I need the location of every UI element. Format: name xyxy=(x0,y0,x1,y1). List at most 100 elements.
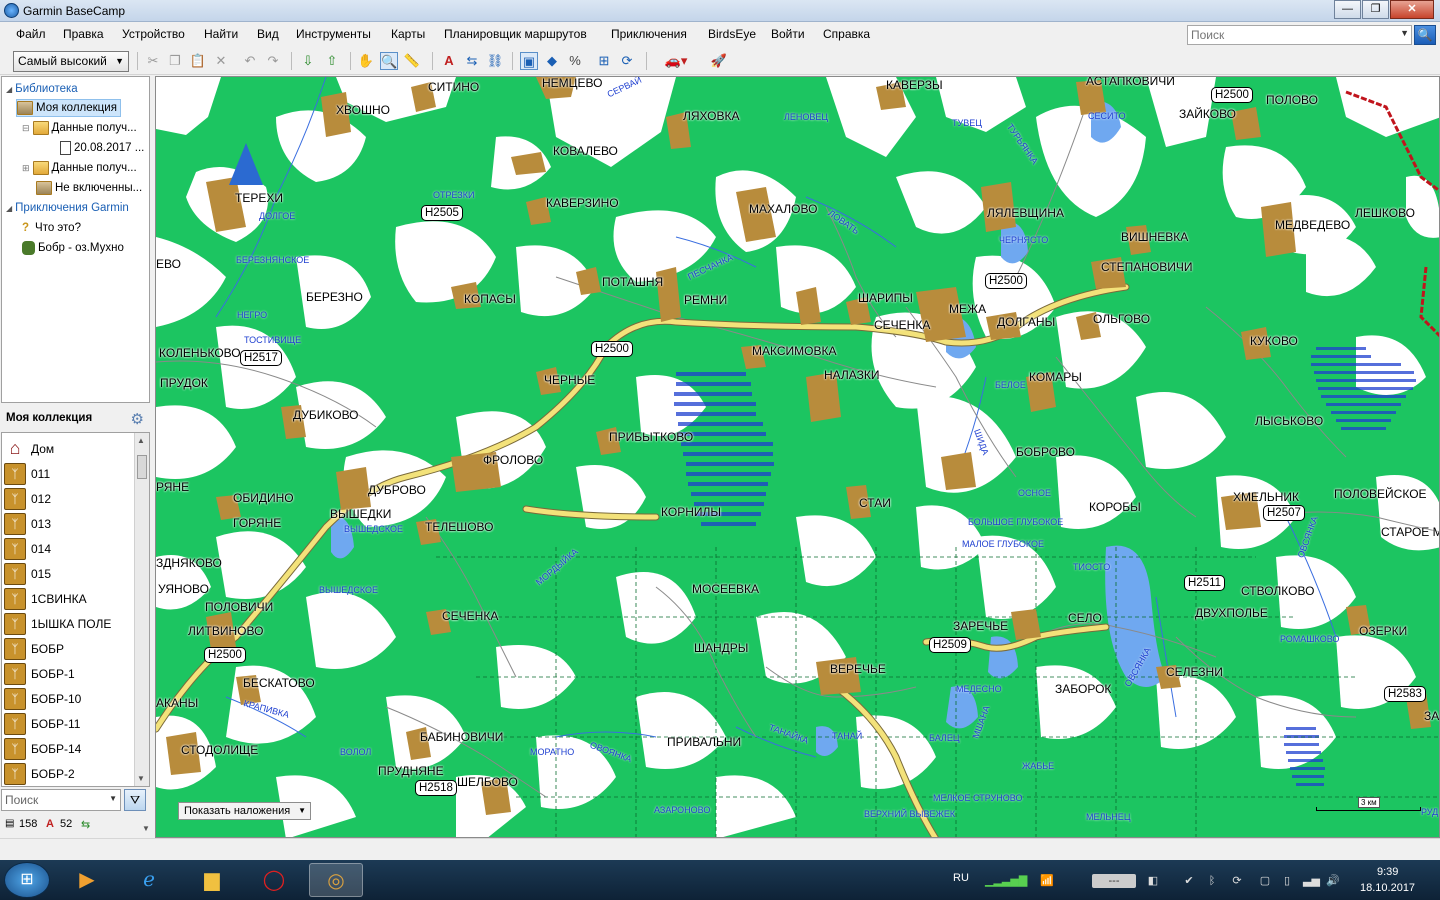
map-view[interactable]: НЕМЦЕВО СИТИНО ХВОШНО ЛЯХОВКА КАВЕРЗЫ АС… xyxy=(155,76,1440,838)
show-overlays-button[interactable]: Показать наложения ▼ xyxy=(178,802,311,820)
wifi-bars-icon[interactable]: ▃▅ xyxy=(1303,874,1320,888)
town-label: КАВЕРЗЫ xyxy=(886,78,943,92)
tree-item-data-2[interactable]: ⊞ Данные получ... xyxy=(22,159,137,177)
list-item[interactable]: ᛉ 012 xyxy=(4,486,134,511)
menu-edit[interactable]: Правка xyxy=(63,27,104,41)
road-shield: Н2500 xyxy=(985,273,1027,289)
search-input[interactable] xyxy=(1188,26,1388,44)
search-button[interactable]: 🔍 xyxy=(1414,25,1436,45)
volume-icon[interactable]: 🔊 xyxy=(1326,874,1340,888)
menu-maps[interactable]: Карты xyxy=(391,27,425,41)
gear-icon[interactable]: ⚙ xyxy=(131,410,144,428)
scroll-up-icon[interactable]: ▲ xyxy=(137,436,145,445)
track-tool-icon[interactable]: ⛓ xyxy=(486,52,504,70)
filter-button[interactable]: ⛛ xyxy=(124,789,146,811)
list-item[interactable]: ᛉ БОБР-11 xyxy=(4,711,134,736)
menu-file[interactable]: Файл xyxy=(16,27,46,41)
list-item[interactable]: ᛉ БОБР xyxy=(4,636,134,661)
opera-icon[interactable]: ◯ xyxy=(247,863,301,897)
delete-icon[interactable]: ✕ xyxy=(212,52,230,70)
device-icon[interactable]: ◧ xyxy=(1146,874,1160,888)
menu-route-planner[interactable]: Планировщик маршрутов xyxy=(444,27,587,41)
town-label: БАБИНОВИЧИ xyxy=(420,730,504,744)
list-item[interactable]: ᛉ 013 xyxy=(4,511,134,536)
tree-item-what-is[interactable]: ? Что это? xyxy=(22,219,81,237)
hand-tool-icon[interactable]: ✋ xyxy=(357,52,375,70)
menu-help[interactable]: Справка xyxy=(823,27,870,41)
menu-adventures[interactable]: Приключения xyxy=(611,27,687,41)
chevron-down-icon[interactable]: ▼ xyxy=(142,824,150,833)
file-explorer-icon[interactable]: ▆ xyxy=(185,863,239,897)
fit-map-icon[interactable]: ⊞ xyxy=(595,52,613,70)
undo-icon[interactable]: ↶ xyxy=(241,52,259,70)
start-button[interactable]: ⊞ xyxy=(4,862,50,898)
list-item[interactable]: ᛉ БОБР-10 xyxy=(4,686,134,711)
scroll-thumb[interactable] xyxy=(137,455,147,479)
3d-map-view-icon[interactable]: ◆ xyxy=(543,52,561,70)
activity-profile-icon[interactable]: 🚗▾ xyxy=(656,52,696,70)
menu-signin[interactable]: Войти xyxy=(771,27,805,41)
2d-map-view-icon[interactable]: ▣ xyxy=(520,52,538,70)
list-item[interactable]: ᛉ 014 xyxy=(4,536,134,561)
library-node[interactable]: ◢ Библиотека xyxy=(6,80,78,98)
tree-item-not-included[interactable]: Не включенны... xyxy=(36,179,142,197)
adventure-icon[interactable]: 🚀 xyxy=(710,52,728,70)
basecamp-taskbar-icon[interactable]: ◎ xyxy=(309,863,363,897)
menu-view[interactable]: Вид xyxy=(257,27,279,41)
adventures-node[interactable]: ◢ Приключения Garmin xyxy=(6,199,129,217)
battery-icon[interactable]: ▯ xyxy=(1280,874,1294,888)
deer-icon: ᛉ xyxy=(4,737,26,760)
zoom-tool-icon[interactable]: 🔍 xyxy=(380,52,398,70)
collection-scrollbar[interactable]: ▲ ▼ xyxy=(134,433,149,786)
language-indicator[interactable]: RU xyxy=(953,872,969,884)
minimize-button[interactable]: — xyxy=(1334,0,1361,19)
cut-icon[interactable]: ✂ xyxy=(144,52,162,70)
maximize-button[interactable]: ❐ xyxy=(1362,0,1389,19)
list-item[interactable]: ᛉ 1ЫШКА ПОЛЕ xyxy=(4,611,134,636)
paste-icon[interactable]: 📋 xyxy=(189,52,207,70)
security-icon[interactable]: ✔ xyxy=(1182,874,1196,888)
list-item[interactable]: ᛉ 1СВИНКА xyxy=(4,586,134,611)
refresh-map-icon[interactable]: ⟳ xyxy=(618,52,636,70)
redo-icon[interactable]: ↷ xyxy=(264,52,282,70)
copy-icon[interactable]: ❐ xyxy=(166,52,184,70)
menu-device[interactable]: Устройство xyxy=(122,27,185,41)
network-icon[interactable]: 📶 xyxy=(1040,874,1054,888)
tree-item-data-1[interactable]: ⊟ Данные получ... xyxy=(22,119,137,137)
list-item[interactable]: ᛉ БОБР-2 xyxy=(4,761,134,786)
menu-tools[interactable]: Инструменты xyxy=(296,27,371,41)
list-item[interactable]: ⌂ Дом xyxy=(4,436,134,461)
map-detail-select[interactable]: Самый высокий ▼ xyxy=(13,51,129,72)
media-player-icon[interactable]: ▶ xyxy=(60,863,114,897)
measure-tool-icon[interactable]: 📏 xyxy=(403,52,421,70)
list-item[interactable]: ᛉ 015 xyxy=(4,561,134,586)
chevron-down-icon[interactable]: ▼ xyxy=(1400,28,1409,38)
collection-search[interactable]: Поиск ▼ xyxy=(1,789,121,811)
split-view-icon[interactable]: % xyxy=(566,52,584,70)
scroll-down-icon[interactable]: ▼ xyxy=(137,774,145,783)
send-to-device-icon[interactable]: ⇧ xyxy=(323,52,341,70)
close-button[interactable]: ✕ xyxy=(1390,0,1434,19)
tree-item-my-collection[interactable]: Моя коллекция xyxy=(16,99,121,117)
route-tool-icon[interactable]: ⇆ xyxy=(463,52,481,70)
list-item[interactable]: ᛉ 011 xyxy=(4,461,134,486)
clock-date[interactable]: 18.10.2017 xyxy=(1360,882,1415,894)
waypoint-tool-icon[interactable]: A xyxy=(440,52,458,70)
tree-item-label: Бобр - оз.Мухно xyxy=(38,242,124,254)
clock-time[interactable]: 9:39 xyxy=(1377,866,1398,878)
receive-from-device-icon[interactable]: ⇩ xyxy=(299,52,317,70)
water-label: МОРАТНО xyxy=(530,747,575,757)
menu-find[interactable]: Найти xyxy=(204,27,238,41)
bluetooth-icon[interactable]: ᛒ xyxy=(1205,874,1219,888)
town-label: ДУБИКОВО xyxy=(293,408,359,422)
list-item[interactable]: ᛉ БОБР-1 xyxy=(4,661,134,686)
tree-item-date-list[interactable]: 20.08.2017 ... xyxy=(60,139,144,157)
display-icon[interactable]: ▢ xyxy=(1258,874,1272,888)
chevron-down-icon[interactable]: ▼ xyxy=(109,794,117,803)
internet-explorer-icon[interactable]: ℯ xyxy=(122,863,176,897)
list-item[interactable]: ᛉ БОБР-14 xyxy=(4,736,134,761)
tree-item-adventure[interactable]: Бобр - оз.Мухно xyxy=(22,239,124,257)
menu-birdseye[interactable]: BirdsEye xyxy=(708,27,756,41)
search-field[interactable]: ▼ xyxy=(1187,25,1412,45)
sync-icon[interactable]: ⟳ xyxy=(1230,874,1244,888)
